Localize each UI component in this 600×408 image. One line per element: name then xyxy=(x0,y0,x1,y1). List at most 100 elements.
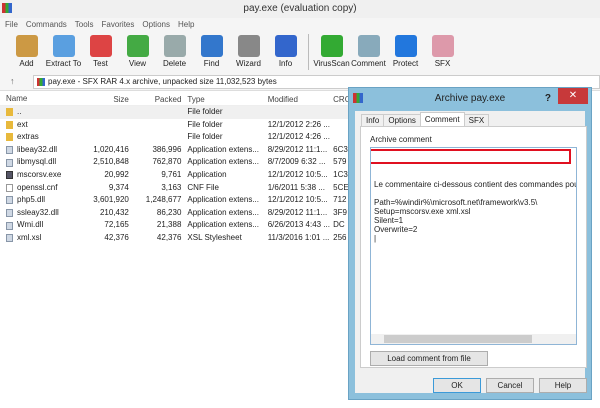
cell-name: openssl.cnf xyxy=(0,182,79,195)
cell-crc: 712 xyxy=(330,194,350,207)
toolbar-label: SFX xyxy=(434,59,451,68)
cell-type: Application xyxy=(181,169,262,182)
add-button[interactable]: Add xyxy=(8,31,45,73)
cell-text: 1,248,677 xyxy=(145,195,182,205)
cell-text: 12/1/2012 4:26 ... xyxy=(267,132,330,142)
table-row[interactable]: ssleay32.dll 210,432 86,230 Application ext… xyxy=(0,207,350,220)
cell-packed: 42,376 xyxy=(129,232,181,245)
cell-text: 210,432 xyxy=(99,207,129,217)
horizontal-scrollbar[interactable] xyxy=(371,334,576,344)
column-modified[interactable]: Modified xyxy=(263,92,330,105)
view-button[interactable]: View xyxy=(119,31,156,73)
menu-item-file[interactable]: File xyxy=(5,18,18,31)
delete-button[interactable]: Delete xyxy=(156,31,193,73)
tab-info[interactable]: Info xyxy=(361,114,385,126)
up-arrow-icon[interactable]: ↑ xyxy=(10,76,15,86)
cell-modified: 1/6/2011 5:38 ... xyxy=(263,182,330,195)
cell-size: 2,510,848 xyxy=(79,156,129,169)
cell-crc: 5CE xyxy=(330,182,350,195)
cell-modified: 12/1/2012 4:26 ... xyxy=(263,131,330,144)
table-row[interactable]: libeay32.dll 1,020,416 386,996 Application … xyxy=(0,144,350,157)
cell-modified: 8/7/2009 6:32 ... xyxy=(263,156,330,169)
menu-item-favorites[interactable]: Favorites xyxy=(101,18,134,31)
help-icon[interactable]: ? xyxy=(545,88,551,109)
info-button[interactable]: Info xyxy=(267,31,304,73)
table-row[interactable]: xml.xsl 42,376 42,376 XSL Stylesheet 11/3/20… xyxy=(0,232,350,245)
cell-modified: 8/29/2012 11:1... xyxy=(263,144,330,157)
tab-sfx[interactable]: SFX xyxy=(463,114,490,126)
comment-textarea[interactable]: Le commentaire ci-dessous contient des c… xyxy=(370,147,577,345)
column-crc[interactable]: CRC xyxy=(330,92,350,105)
cell-modified: 6/26/2013 4:43 ... xyxy=(263,219,330,232)
tab-options[interactable]: Options xyxy=(383,114,421,126)
cell-packed: 1,248,677 xyxy=(129,194,182,207)
help-button[interactable]: Help xyxy=(539,378,587,393)
table-row[interactable]: php5.dll 3,601,920 1,248,677 Application ex… xyxy=(0,194,350,207)
cell-text: 11/3/2016 1:01 ... xyxy=(267,232,330,242)
cell-name: extras xyxy=(0,131,79,144)
table-row[interactable]: ext File folder 12/1/2012 2:26 ... xyxy=(0,119,350,132)
column-name[interactable]: Name xyxy=(0,92,79,105)
table-row[interactable]: Wmi.dll 72,165 21,388 Application extens...… xyxy=(0,219,350,232)
load-comment-button[interactable]: Load comment from file xyxy=(370,351,488,366)
table-row[interactable]: libmysql.dll 2,510,848 762,870 Application … xyxy=(0,156,350,169)
archive-icon xyxy=(37,78,45,86)
menu-item-help[interactable]: Help xyxy=(178,18,194,31)
cell-packed: 762,870 xyxy=(129,156,181,169)
cell-packed: 3,163 xyxy=(129,182,181,195)
cell-modified xyxy=(263,106,330,119)
cell-size: 9,374 xyxy=(79,182,129,195)
table-row[interactable]: extras File folder 12/1/2012 4:26 ... xyxy=(0,131,350,144)
folder-icon xyxy=(6,108,13,117)
cell-text: XSL Stylesheet xyxy=(187,232,242,242)
toolbar-label: Extract To xyxy=(45,59,82,68)
column-packed[interactable]: Packed xyxy=(129,92,182,105)
virusscan-button[interactable]: VirusScan xyxy=(313,31,350,73)
column-size[interactable]: Size xyxy=(79,92,129,105)
cell-text: libmysql.dll xyxy=(17,157,57,167)
toolbar-label: View xyxy=(128,59,147,68)
dll-icon xyxy=(6,196,13,205)
find-icon xyxy=(200,35,223,57)
cancel-button[interactable]: Cancel xyxy=(486,378,534,393)
sfx-button[interactable]: SFX xyxy=(424,31,461,73)
cell-name: ext xyxy=(0,119,79,132)
cell-text: 12/1/2012 2:26 ... xyxy=(267,119,330,129)
cell-text: 579 xyxy=(333,157,347,167)
close-button[interactable]: ✕ xyxy=(558,88,588,104)
menu-item-tools[interactable]: Tools xyxy=(75,18,94,31)
table-row[interactable]: .. File folder xyxy=(0,106,350,119)
protect-icon xyxy=(394,35,417,57)
cell-text: libeay32.dll xyxy=(17,144,58,154)
cell-size: 72,165 xyxy=(79,219,129,232)
cell-name: libeay32.dll xyxy=(0,144,79,157)
cell-size: 1,020,416 xyxy=(79,144,129,157)
cell-crc: 3F9 xyxy=(330,207,350,220)
toolbar-label: Find xyxy=(203,59,220,68)
cell-name: php5.dll xyxy=(0,194,79,207)
wizard-button[interactable]: Wizard xyxy=(230,31,267,73)
test-button[interactable]: Test xyxy=(82,31,119,73)
column-type[interactable]: Type xyxy=(181,92,262,105)
cell-size xyxy=(79,106,129,119)
comment-button[interactable]: Comment xyxy=(350,31,387,73)
table-row[interactable]: mscorsv.exe 20,992 9,761 Application 12/1/20… xyxy=(0,169,350,182)
tab-comment[interactable]: Comment xyxy=(419,112,465,126)
cell-crc xyxy=(330,106,350,119)
extract-to-button[interactable]: Extract To xyxy=(45,31,82,73)
menu-item-options[interactable]: Options xyxy=(142,18,170,31)
find-button[interactable]: Find xyxy=(193,31,230,73)
table-row[interactable]: openssl.cnf 9,374 3,163 CNF File 1/6/2011 5:… xyxy=(0,182,350,195)
toolbar-label: Delete xyxy=(162,59,187,68)
cell-text: php5.dll xyxy=(17,195,46,205)
ok-button[interactable]: OK xyxy=(433,378,481,393)
window-title: pay.exe (evaluation copy) xyxy=(243,3,357,14)
protect-button[interactable]: Protect xyxy=(387,31,424,73)
comment-icon xyxy=(357,35,380,57)
cell-text: 21,388 xyxy=(156,220,182,230)
cell-text: extras xyxy=(17,132,39,142)
cell-type: Application extens... xyxy=(181,144,262,157)
cell-text: 72,165 xyxy=(104,220,129,230)
menu-item-commands[interactable]: Commands xyxy=(26,18,67,31)
scrollbar-thumb[interactable] xyxy=(384,335,532,343)
